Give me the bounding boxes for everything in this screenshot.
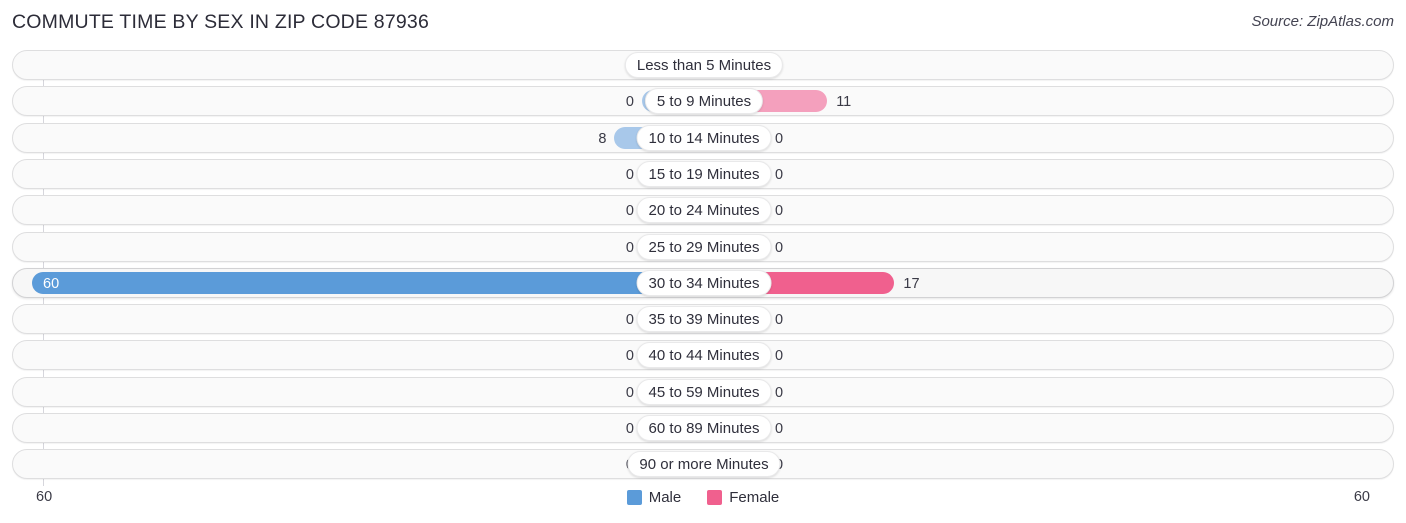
table-row[interactable]: 0 0 45 to 59 Minutes [12,377,1394,407]
value-male: 0 [625,385,634,401]
value-male: 60 [43,276,60,292]
value-male: 0 [625,240,634,256]
table-row[interactable]: 0 0 35 to 39 Minutes [12,304,1394,334]
category-label: 35 to 39 Minutes [636,306,772,332]
table-row[interactable]: 0 0 15 to 19 Minutes [12,159,1394,189]
table-row[interactable]: 8 0 10 to 14 Minutes [12,123,1394,153]
table-row[interactable]: 60 17 30 to 34 Minutes [12,268,1394,298]
value-male: 0 [625,203,634,219]
category-label: 5 to 9 Minutes [644,88,764,114]
value-female: 17 [903,276,920,292]
table-row[interactable]: 0 0 40 to 44 Minutes [12,340,1394,370]
male-color-swatch [626,490,642,505]
value-female: 0 [775,203,784,219]
value-female: 0 [775,348,784,364]
value-female: 0 [775,450,845,480]
legend-label-male: Male [648,489,682,506]
source-attribution: Source: ZipAtlas.com [1251,13,1394,30]
chart-page: COMMUTE TIME BY SEX IN ZIP CODE 87936 So… [0,0,1406,523]
value-female: 11 [836,94,852,110]
value-male: 8 [598,131,607,147]
table-row[interactable]: 0 090 or more Minutes [12,449,1394,479]
table-row[interactable]: 0 0 25 to 29 Minutes [12,232,1394,262]
value-female: 0 [775,51,845,81]
value-female: 0 [775,421,784,437]
category-label: 20 to 24 Minutes [636,197,772,223]
table-row[interactable]: 00Less than 5 Minutes [12,50,1394,80]
category-label: Less than 5 Minutes [624,52,784,78]
category-label: 45 to 59 Minutes [636,379,772,405]
table-row[interactable]: 0 0 60 to 89 Minutes [12,413,1394,443]
value-male: 0 [625,348,634,364]
chart-footer: 60 60 Male Female [0,486,1406,523]
value-female: 0 [775,312,784,328]
legend-label-female: Female [729,489,780,506]
page-title: COMMUTE TIME BY SEX IN ZIP CODE 87936 [12,11,430,33]
category-label: 15 to 19 Minutes [636,161,772,187]
category-label: 40 to 44 Minutes [636,342,772,368]
chart-header: COMMUTE TIME BY SEX IN ZIP CODE 87936 So… [0,0,1406,44]
chart-plot-area: 00Less than 5 Minutes0115 to 9 Minutes80… [12,50,1394,486]
chart-legend: Male Female [0,489,1406,506]
value-female: 0 [775,167,784,183]
value-female: 0 [775,240,784,256]
table-row[interactable]: 0 0 20 to 24 Minutes [12,195,1394,225]
value-female: 0 [775,131,784,147]
legend-item-male[interactable]: Male [626,489,682,506]
category-label: 25 to 29 Minutes [636,234,772,260]
female-color-swatch [707,490,723,505]
category-label: 10 to 14 Minutes [636,125,772,151]
bar-male [32,272,704,294]
legend-item-female[interactable]: Female [707,489,779,506]
table-row[interactable]: 0 11 5 to 9 Minutes [12,86,1394,116]
value-male: 0 [570,450,634,480]
value-male: 0 [625,312,634,328]
value-male: 0 [625,167,634,183]
value-female: 0 [775,385,784,401]
category-label: 90 or more Minutes [627,451,781,477]
value-male: 0 [625,94,634,110]
category-label: 60 to 89 Minutes [636,415,772,441]
value-male: 0 [625,421,634,437]
category-label: 30 to 34 Minutes [636,270,772,296]
